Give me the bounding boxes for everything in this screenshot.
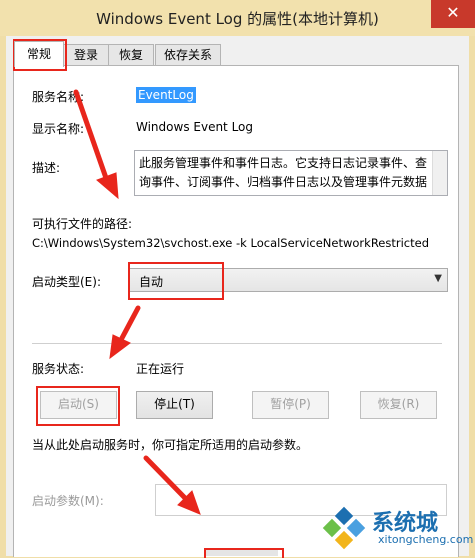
annotation-arrows: [73, 89, 201, 515]
annotation-arrow-1-head: [96, 172, 119, 200]
tab-general[interactable]: 常规: [14, 41, 64, 67]
watermark-site: xitongcheng.com: [378, 533, 474, 546]
annotation-arrow-1: [73, 89, 109, 181]
annotation-arrow-3: [143, 455, 188, 501]
annotation-box-ok: [204, 548, 284, 558]
watermark-logo: [322, 506, 366, 550]
annotation-arrow-2-head: [109, 334, 131, 360]
annotation-arrow-2: [119, 305, 141, 341]
